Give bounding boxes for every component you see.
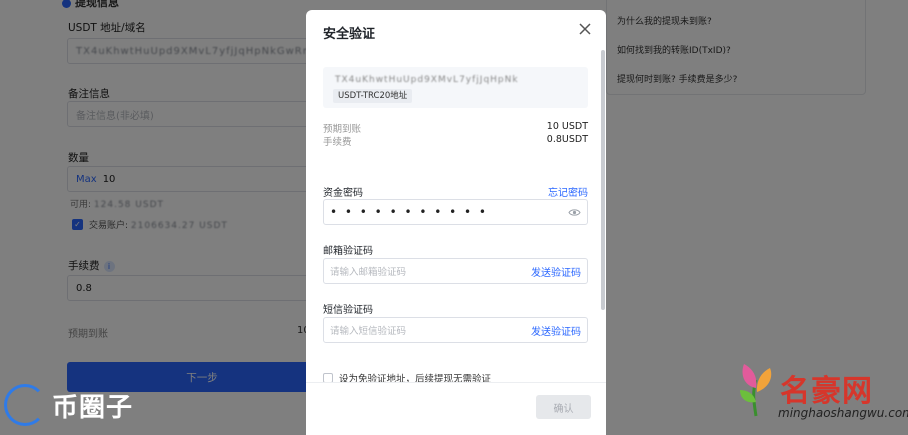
fund-password-value: • • • • • • • • • • • <box>330 205 489 219</box>
send-sms-code-button[interactable]: 发送验证码 <box>531 323 581 338</box>
security-verification-modal: 安全验证 TX4uKhwtHuUpd9XMvL7yfjJqHpNk USDT-T… <box>306 10 606 435</box>
fee-row: 手续费 0.8USDT <box>323 134 588 148</box>
email-code-input[interactable]: 请输入邮箱验证码 发送验证码 <box>323 258 588 284</box>
modal-title: 安全验证 <box>323 27 376 42</box>
fund-password-input[interactable]: • • • • • • • • • • • <box>323 199 588 225</box>
sms-code-input[interactable]: 请输入短信验证码 发送验证码 <box>323 317 588 343</box>
watermark-left-text: 币圈子 <box>52 392 134 423</box>
modal-footer: 确认 <box>306 382 606 435</box>
fee-label: 手续费 <box>323 137 352 148</box>
bquanzi-logo-icon <box>4 384 46 426</box>
fund-password-label: 资金密码 <box>323 188 363 199</box>
leaf-logo-icon <box>740 364 772 417</box>
sms-code-label: 短信验证码 <box>323 305 373 316</box>
close-icon[interactable] <box>578 22 592 36</box>
eta-value: 10 USDT <box>546 121 588 132</box>
eye-icon[interactable] <box>568 208 581 217</box>
network-tag: USDT-TRC20地址 <box>333 89 413 103</box>
email-code-placeholder: 请输入邮箱验证码 <box>330 267 407 278</box>
watermark-right-title: 名豪网 <box>780 374 873 409</box>
forgot-password-link[interactable]: 忘记密码 <box>548 184 588 199</box>
watermark-minghao: 名豪网 minghaoshangwu.com <box>728 356 908 431</box>
modal-scrollbar[interactable] <box>601 50 605 310</box>
send-email-code-button[interactable]: 发送验证码 <box>531 264 581 279</box>
eta-label: 预期到账 <box>323 124 362 135</box>
confirm-button[interactable]: 确认 <box>536 395 591 419</box>
watermark-bquanzi: 币圈子 <box>4 384 133 426</box>
email-code-label: 邮箱验证码 <box>323 246 373 257</box>
address-summary: TX4uKhwtHuUpd9XMvL7yfjJqHpNk USDT-TRC20地… <box>323 67 588 108</box>
eta-row: 预期到账 10 USDT <box>323 121 588 135</box>
sms-code-placeholder: 请输入短信验证码 <box>330 326 407 337</box>
fee-value: 0.8USDT <box>546 134 588 145</box>
watermark-right-url: minghaoshangwu.com <box>778 406 908 420</box>
address-masked: TX4uKhwtHuUpd9XMvL7yfjJqHpNk <box>335 75 519 85</box>
